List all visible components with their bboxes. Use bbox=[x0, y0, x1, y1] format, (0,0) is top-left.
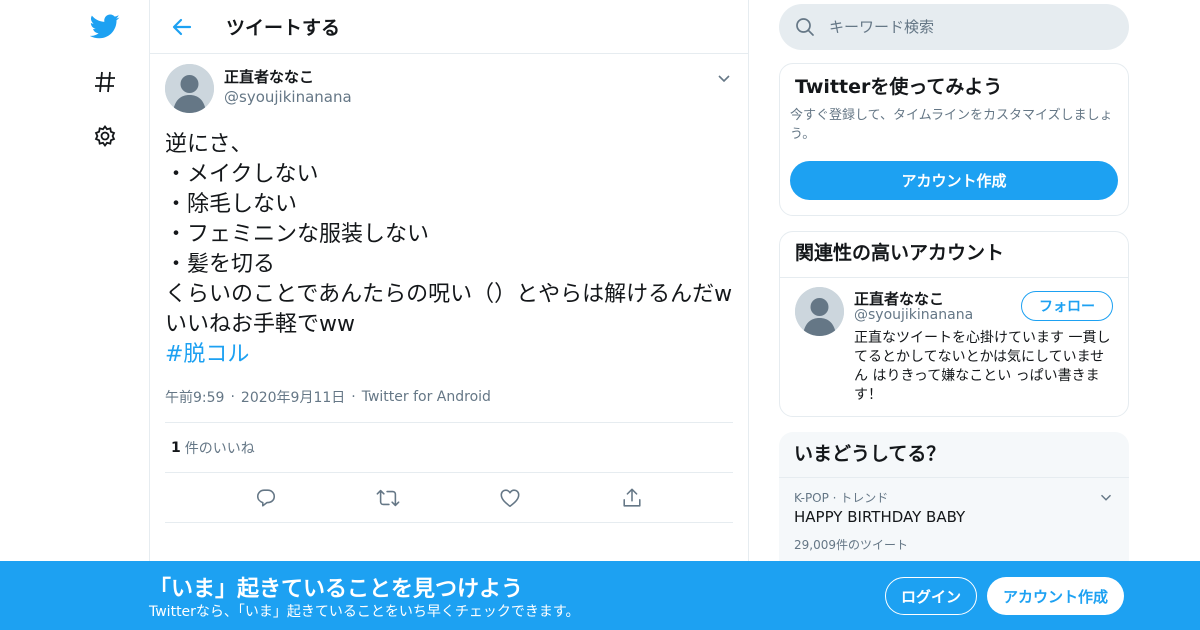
signup-card-title: Twitterを使ってみよう bbox=[795, 76, 1003, 98]
trend-tweet-count: 29,009件のツイート bbox=[794, 538, 908, 552]
tweet: 正直者ななこ @syoujikinanana 逆にさ、 ・メイクしない ・除毛し… bbox=[150, 54, 748, 523]
divider bbox=[780, 277, 1128, 278]
avatar[interactable] bbox=[795, 287, 844, 336]
likes-label: 件のいいね bbox=[184, 440, 255, 457]
signup-card-description: 今すぐ登録して、タイムラインをカスタマイズしましょう。 bbox=[790, 108, 1113, 142]
related-accounts-card: 関連性の高いアカウント 正直者ななこ @syoujikinanana フォロー … bbox=[779, 231, 1129, 417]
divider bbox=[779, 477, 1129, 478]
avatar[interactable] bbox=[165, 64, 214, 113]
signup-card: Twitterを使ってみよう 今すぐ登録して、タイムラインをカスタマイズしましょ… bbox=[779, 63, 1129, 216]
chevron-down-icon[interactable] bbox=[714, 68, 734, 88]
search-icon bbox=[796, 18, 814, 36]
bottom-bar-title: 「いま」起きていることを見つけよう bbox=[149, 577, 524, 602]
reply-button[interactable] bbox=[249, 481, 283, 515]
follow-button[interactable]: フォロー bbox=[1021, 291, 1113, 321]
separator-dot: · bbox=[351, 389, 356, 405]
bottom-bar-subtitle: Twitterなら、「いま」起きていることをいち早くチェックできます。 bbox=[149, 604, 580, 620]
search-input[interactable] bbox=[829, 18, 1109, 36]
share-icon bbox=[623, 488, 641, 507]
tweet-source[interactable]: Twitter for Android bbox=[362, 389, 491, 405]
tweet-actions bbox=[165, 473, 733, 523]
hashtag-icon[interactable] bbox=[86, 63, 124, 101]
related-account-bio: 正直なツイートを心掛けています 一貫してるとかしてないとかは気にしていません は… bbox=[854, 330, 1111, 403]
twitter-bird-icon[interactable] bbox=[86, 8, 124, 46]
create-account-button[interactable]: アカウント作成 bbox=[790, 161, 1118, 200]
main-header: ツイートする bbox=[150, 0, 748, 54]
separator-dot: · bbox=[230, 389, 235, 405]
tweet-date[interactable]: 2020年9月11日 bbox=[241, 387, 345, 407]
related-accounts-title: 関連性の高いアカウント bbox=[795, 242, 1005, 264]
chevron-down-icon[interactable] bbox=[1097, 488, 1115, 506]
related-account-handle[interactable]: @syoujikinanana bbox=[854, 307, 973, 323]
retweet-button[interactable] bbox=[371, 481, 405, 515]
trend-name[interactable]: HAPPY BIRTHDAY BABY bbox=[794, 508, 965, 526]
main-column: ツイートする 正直者ななこ @syoujikinanana 逆にさ、 ・メイクし… bbox=[149, 0, 749, 630]
tweet-meta: 午前9:59 · 2020年9月11日 · Twitter for Androi… bbox=[165, 387, 733, 407]
tweet-time[interactable]: 午前9:59 bbox=[165, 387, 224, 407]
heart-icon bbox=[500, 488, 520, 507]
bottom-signup-bar: 「いま」起きていることを見つけよう Twitterなら、「いま」起きていることを… bbox=[0, 561, 1200, 630]
share-button[interactable] bbox=[615, 481, 649, 515]
retweet-icon bbox=[376, 489, 400, 506]
hashtag-link[interactable]: #脱コル bbox=[165, 342, 249, 367]
page-title: ツイートする bbox=[226, 17, 341, 39]
tweet-author: 正直者ななこ @syoujikinanana bbox=[165, 64, 733, 124]
tweet-body: 逆にさ、 ・メイクしない ・除毛しない ・フェミニンな服装しない ・髪を切る く… bbox=[165, 132, 733, 337]
left-navigation bbox=[80, 0, 130, 630]
trend-context: K-POP · トレンド bbox=[794, 491, 889, 505]
related-account-name[interactable]: 正直者ななこ bbox=[854, 288, 944, 309]
like-button[interactable] bbox=[493, 481, 527, 515]
author-handle[interactable]: @syoujikinanana bbox=[224, 87, 352, 107]
gear-icon[interactable] bbox=[86, 117, 124, 155]
likes-count: 1 bbox=[171, 439, 181, 456]
trends-title: いまどうしてる？ bbox=[794, 443, 946, 465]
login-button[interactable]: ログイン bbox=[885, 577, 977, 615]
reply-icon bbox=[256, 488, 276, 507]
signup-button[interactable]: アカウント作成 bbox=[987, 577, 1124, 615]
tweet-text: 逆にさ、 ・メイクしない ・除毛しない ・フェミニンな服装しない ・髪を切る く… bbox=[165, 130, 733, 370]
search-bar[interactable] bbox=[779, 4, 1129, 50]
back-arrow-icon bbox=[172, 18, 192, 35]
back-button[interactable] bbox=[162, 7, 202, 47]
author-display-name[interactable]: 正直者ななこ bbox=[224, 68, 352, 87]
tweet-stats[interactable]: 1 件のいいね bbox=[165, 422, 733, 473]
